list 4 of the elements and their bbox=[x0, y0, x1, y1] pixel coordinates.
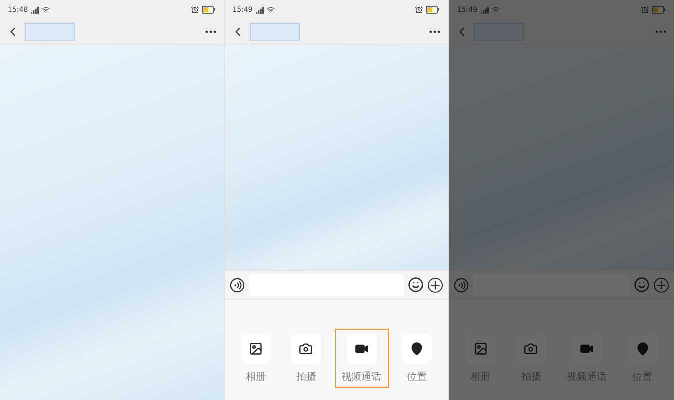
action-button[interactable]: 拍摄 bbox=[284, 329, 328, 388]
action-button[interactable]: 相册 bbox=[234, 329, 278, 388]
action-button[interactable]: 视频通话 bbox=[334, 329, 389, 388]
action-button[interactable]: 位置 bbox=[395, 329, 440, 388]
